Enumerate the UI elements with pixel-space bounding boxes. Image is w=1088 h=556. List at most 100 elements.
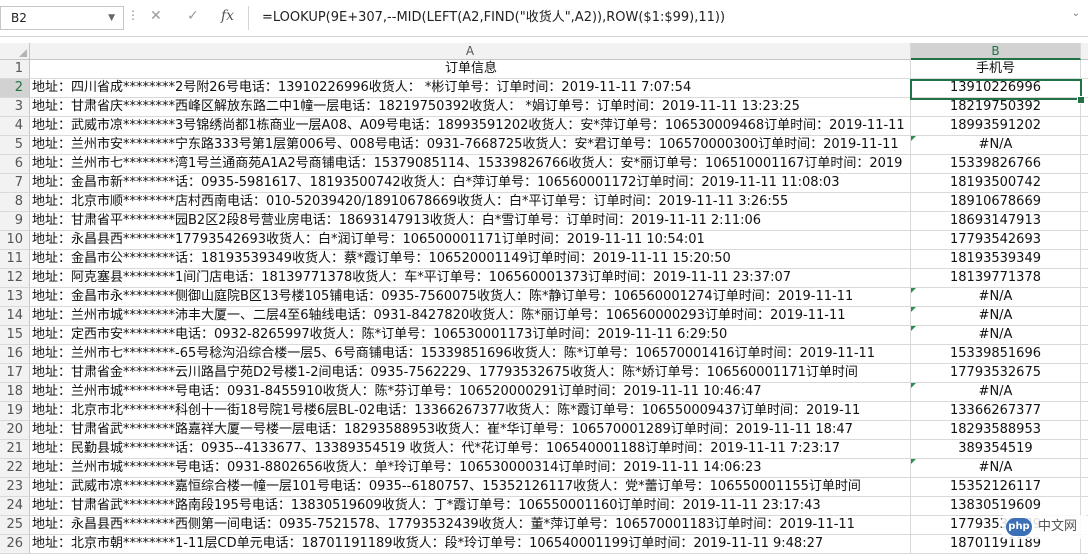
expand-formula-bar-icon[interactable]: ⌄	[1072, 8, 1080, 19]
row-header[interactable]: 20	[0, 421, 30, 440]
row-header[interactable]: 15	[0, 326, 30, 345]
row-header[interactable]: 19	[0, 402, 30, 421]
cell-order-info[interactable]: 地址：兰州市城********沛丰大厦一、二层4至6轴线电话：0931-8427…	[30, 307, 911, 326]
row-header[interactable]: 17	[0, 364, 30, 383]
cell-order-info[interactable]: 地址：北京市北********科创十一街18号院1号楼6层BL-02电话：133…	[30, 402, 911, 421]
cell-order-info[interactable]: 地址：甘肃省武********路嘉祥大厦一号楼一层电话：18293588953收…	[30, 421, 911, 440]
row-header[interactable]: 3	[0, 98, 30, 117]
cell-order-info[interactable]: 地址：甘肃省平********园B2区2段8号营业房电话：18693147913…	[30, 212, 911, 231]
cell-order-info[interactable]: 地址：武威市凉********3号锦绣尚都1栋商业一层A08、A09号电话：18…	[30, 117, 911, 136]
cell-order-info[interactable]: 地址：阿克塞县********1间门店电话：18139771378收货人：车*平…	[30, 269, 911, 288]
row-header[interactable]: 26	[0, 535, 30, 554]
cell-empty[interactable]	[1081, 269, 1088, 288]
error-indicator-icon[interactable]	[911, 307, 916, 312]
row-header[interactable]: 22	[0, 459, 30, 478]
row-header[interactable]: 6	[0, 155, 30, 174]
cell-empty[interactable]	[1081, 383, 1088, 402]
fill-handle[interactable]	[1077, 96, 1085, 104]
cell-order-info[interactable]: 地址：兰州市安********宁东路333号第1层第006号、008号电话：09…	[30, 136, 911, 155]
row-header[interactable]: 18	[0, 383, 30, 402]
cell-empty[interactable]	[1081, 231, 1088, 250]
resize-handle-icon[interactable]: ⋮	[127, 8, 139, 22]
cell-order-info[interactable]: 地址：兰州市城********号电话：0931-8802656收货人：单*玲订单…	[30, 459, 911, 478]
cell-empty[interactable]	[1081, 155, 1088, 174]
insert-function-icon[interactable]: fx	[221, 8, 234, 24]
cell-empty[interactable]	[1081, 326, 1088, 345]
row-header[interactable]: 23	[0, 478, 30, 497]
cell-phone[interactable]: 17793542693	[911, 231, 1081, 250]
row-header[interactable]: 21	[0, 440, 30, 459]
row-header[interactable]: 8	[0, 193, 30, 212]
cell-empty[interactable]	[1081, 288, 1088, 307]
cell-phone[interactable]: 389354519	[911, 440, 1081, 459]
error-indicator-icon[interactable]	[911, 326, 916, 331]
cell-order-info[interactable]: 地址：甘肃省庆********西峰区解放东路二中1幢一层电话：182197503…	[30, 98, 911, 117]
row-header[interactable]: 7	[0, 174, 30, 193]
cell-phone[interactable]: 18219750392	[911, 98, 1081, 117]
header-cell-order-info[interactable]: 订单信息	[30, 60, 911, 79]
cell-order-info[interactable]: 地址：甘肃省武********路南段195号电话：13830519609收货人：…	[30, 497, 911, 516]
cell-phone[interactable]: 18993591202	[911, 117, 1081, 136]
cell-empty[interactable]	[1081, 117, 1088, 136]
cell-phone[interactable]: 18693147913	[911, 212, 1081, 231]
cell-phone[interactable]: 18910678669	[911, 193, 1081, 212]
row-header[interactable]: 11	[0, 250, 30, 269]
cell-order-info[interactable]: 地址：永昌县西********西侧第一间电话：0935-7521578、1779…	[30, 516, 911, 535]
cell-phone[interactable]: #N/A	[911, 288, 1081, 307]
row-header[interactable]: 25	[0, 516, 30, 535]
row-header[interactable]: 24	[0, 497, 30, 516]
cell-phone[interactable]: 18193539349	[911, 250, 1081, 269]
cell-empty[interactable]	[1081, 345, 1088, 364]
row-header[interactable]: 2	[0, 79, 30, 98]
row-header[interactable]: 5	[0, 136, 30, 155]
row-header[interactable]: 1	[0, 60, 30, 79]
name-box[interactable]: B2 ▼	[0, 6, 124, 30]
select-all-button[interactable]	[0, 43, 30, 60]
cell-phone[interactable]: 17793532675	[911, 364, 1081, 383]
cell-empty[interactable]	[1081, 307, 1088, 326]
row-header[interactable]: 14	[0, 307, 30, 326]
cell-empty[interactable]	[1081, 212, 1088, 231]
column-header-c[interactable]	[1081, 43, 1088, 60]
cell-empty[interactable]	[1081, 459, 1088, 478]
cell-phone[interactable]: 13910226996	[911, 79, 1081, 98]
cell-order-info[interactable]: 地址：金昌市公********话：18193539349收货人：蔡*霞订单号：1…	[30, 250, 911, 269]
cell-empty[interactable]	[1081, 364, 1088, 383]
cell-empty[interactable]	[1081, 497, 1088, 516]
cell-phone[interactable]: 18293588953	[911, 421, 1081, 440]
cell-order-info[interactable]: 地址：金昌市永********侧御山庭院B区13号楼105铺电话：0935-75…	[30, 288, 911, 307]
cell-empty[interactable]	[1081, 421, 1088, 440]
cell-empty[interactable]	[1081, 174, 1088, 193]
cell-empty[interactable]	[1081, 136, 1088, 155]
cell-phone[interactable]: 13366267377	[911, 402, 1081, 421]
cell-order-info[interactable]: 地址：兰州市七********-65号稔沟沿综合楼一层5、6号商铺电话：1533…	[30, 345, 911, 364]
cell-phone[interactable]: #N/A	[911, 459, 1081, 478]
row-header[interactable]: 4	[0, 117, 30, 136]
cell-empty[interactable]	[1081, 60, 1088, 79]
cell-order-info[interactable]: 地址：兰州市七********湾1号兰通商苑A1A2号商铺电话：15379085…	[30, 155, 911, 174]
cell-empty[interactable]	[1081, 440, 1088, 459]
cell-phone[interactable]: #N/A	[911, 383, 1081, 402]
cell-empty[interactable]	[1081, 478, 1088, 497]
formula-input[interactable]: =LOOKUP(9E+307,--MID(LEFT(A2,FIND("收货人",…	[262, 0, 725, 36]
chevron-down-icon[interactable]: ▼	[108, 7, 115, 29]
error-indicator-icon[interactable]	[911, 459, 916, 464]
cell-phone[interactable]: 18193500742	[911, 174, 1081, 193]
row-header[interactable]: 9	[0, 212, 30, 231]
row-header[interactable]: 16	[0, 345, 30, 364]
cell-phone[interactable]: 18139771378	[911, 269, 1081, 288]
cell-empty[interactable]	[1081, 250, 1088, 269]
enter-icon[interactable]: ✓	[187, 8, 199, 24]
cell-order-info[interactable]: 地址：金昌市新********话：0935-5981617、1819350074…	[30, 174, 911, 193]
error-indicator-icon[interactable]	[911, 383, 916, 388]
cell-order-info[interactable]: 地址：民勤县城********话：0935--4133677、133893545…	[30, 440, 911, 459]
header-cell-phone[interactable]: 手机号	[911, 60, 1081, 79]
cell-order-info[interactable]: 地址：北京市顺********店村西南电话：010-52039420/18910…	[30, 193, 911, 212]
row-header[interactable]: 13	[0, 288, 30, 307]
cell-order-info[interactable]: 地址：定西市安********电话：0932-8265997收货人：陈*订单号：…	[30, 326, 911, 345]
cell-phone[interactable]: 15352126117	[911, 478, 1081, 497]
cell-order-info[interactable]: 地址：四川省成********2号附26号电话：13910226996收货人： …	[30, 79, 911, 98]
cell-order-info[interactable]: 地址：武威市凉********嘉恒综合楼一幢一层101号电话：0935--618…	[30, 478, 911, 497]
cell-phone[interactable]: 15339851696	[911, 345, 1081, 364]
cell-order-info[interactable]: 地址：兰州市城********号电话：0931-8455910收货人：陈*芬订单…	[30, 383, 911, 402]
